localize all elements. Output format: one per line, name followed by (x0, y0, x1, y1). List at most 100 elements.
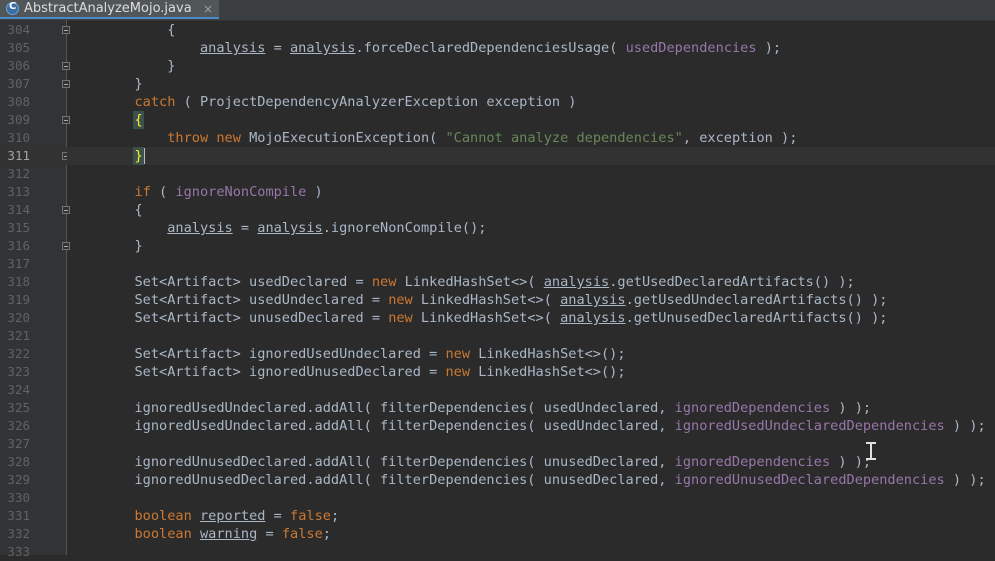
code-token: } (134, 238, 143, 254)
code-line[interactable]: ignoredUnusedDeclared.addAll( filterDepe… (67, 453, 995, 471)
gutter-line[interactable]: 325 (0, 399, 67, 417)
code-line[interactable]: throw new MojoExecutionException( "Canno… (67, 129, 995, 147)
gutter-line[interactable]: 331 (0, 507, 67, 525)
line-number: 311 (7, 148, 30, 163)
gutter-line[interactable]: 330 (0, 489, 67, 507)
code-line[interactable] (67, 327, 995, 345)
line-number: 324 (7, 382, 30, 397)
line-number-gutter[interactable]: 304 305 306 307 308 309 310 311 312 313 314 315 316 3… (0, 20, 70, 559)
gutter-line[interactable]: 332 (0, 525, 67, 543)
gutter-line[interactable]: 324 (0, 381, 67, 399)
code-line[interactable]: catch ( ProjectDependencyAnalyzerExcepti… (67, 93, 995, 111)
code-line[interactable] (67, 435, 995, 453)
gutter-line[interactable]: 322 (0, 345, 67, 363)
code-token: Set<Artifact> usedDeclared = (69, 274, 372, 290)
line-number: 312 (7, 166, 30, 181)
code-token: { (134, 202, 143, 218)
gutter-line[interactable]: 320 (0, 309, 67, 327)
code-token: ) ); (830, 400, 872, 416)
code-line[interactable]: ignoredUnusedDeclared.addAll( filterDepe… (67, 471, 995, 489)
code-line[interactable]: Set<Artifact> usedDeclared = new LinkedH… (67, 273, 995, 291)
code-line[interactable]: { (67, 111, 995, 129)
code-token: Set<Artifact> usedUndeclared = (69, 292, 389, 308)
gutter-line[interactable]: 316 (0, 237, 70, 255)
code-token: ; (322, 526, 331, 542)
java-class-icon (6, 1, 19, 15)
code-line[interactable]: ignoredUsedUndeclared.addAll( filterDepe… (67, 399, 995, 417)
code-line[interactable] (67, 165, 995, 183)
line-number: 332 (7, 526, 30, 541)
code-token: catch (134, 94, 176, 110)
gutter-line[interactable]: 312 (0, 165, 67, 183)
gutter-line[interactable]: 313 (0, 183, 67, 201)
gutter-line[interactable]: 327 (0, 435, 67, 453)
gutter-line[interactable]: 304 (0, 21, 70, 39)
code-line[interactable]: } (67, 237, 995, 255)
code-line[interactable]: } (67, 147, 995, 165)
code-token: = (265, 40, 290, 56)
line-number: 329 (7, 472, 30, 487)
line-number: 333 (7, 544, 30, 559)
code-line[interactable]: Set<Artifact> unusedDeclared = new Linke… (67, 309, 995, 327)
gutter-line[interactable]: 314 (0, 201, 70, 219)
gutter-line[interactable]: 308 (0, 93, 67, 111)
code-token: if (134, 184, 151, 200)
code-line[interactable]: boolean reported = false; (67, 507, 995, 525)
gutter-line[interactable]: 318 (0, 273, 67, 291)
code-line[interactable] (67, 543, 995, 555)
code-token: ( (150, 184, 176, 200)
line-number: 306 (7, 58, 30, 73)
code-line[interactable]: analysis = analysis.ignoreNonCompile(); (67, 219, 995, 237)
code-line[interactable]: Set<Artifact> ignoredUnusedDeclared = ne… (67, 363, 995, 381)
gutter-line[interactable]: 310 (0, 129, 67, 147)
code-line[interactable]: ignoredUsedUndeclared.addAll( filterDepe… (67, 417, 995, 435)
line-number: 315 (7, 220, 30, 235)
gutter-line[interactable]: 306 (0, 57, 70, 75)
gutter-line[interactable]: 307 (0, 75, 70, 93)
code-token: ignoredUnusedDeclared.addAll( filterDepe… (69, 472, 675, 488)
gutter-line[interactable]: 321 (0, 327, 67, 345)
line-number: 331 (7, 508, 30, 523)
code-token: warning (199, 526, 258, 542)
code-token: reported (199, 508, 266, 524)
code-line[interactable]: { (67, 21, 995, 39)
gutter-line[interactable]: 333 (0, 543, 67, 561)
code-token: new (445, 346, 471, 362)
gutter-line[interactable]: 311 (0, 147, 70, 165)
code-line[interactable]: } (67, 75, 995, 93)
code-line[interactable]: analysis = analysis.forceDeclaredDepende… (67, 39, 995, 57)
gutter-line[interactable]: 319 (0, 291, 67, 309)
gutter-line[interactable]: 326 (0, 417, 67, 435)
gutter-line[interactable]: 329 (0, 471, 67, 489)
code-line[interactable]: } (67, 57, 995, 75)
code-token: .getUsedDeclaredArtifacts() ); (609, 274, 855, 290)
code-line[interactable]: if ( ignoreNonCompile ) (67, 183, 995, 201)
code-line[interactable]: Set<Artifact> ignoredUsedUndeclared = ne… (67, 345, 995, 363)
code-line[interactable]: { (67, 201, 995, 219)
gutter-line[interactable]: 305 (0, 39, 67, 57)
code-line[interactable]: Set<Artifact> usedUndeclared = new Linke… (67, 291, 995, 309)
code-token: } (134, 76, 143, 92)
code-token: analysis (167, 220, 233, 236)
gutter-line[interactable]: 323 (0, 363, 67, 381)
close-icon[interactable]: × (203, 2, 213, 16)
code-token: ) ); (830, 454, 872, 470)
gutter-line[interactable]: 317 (0, 255, 67, 273)
tab-abstract-analyze-mojo[interactable]: AbstractAnalyzeMojo.java × (0, 0, 219, 19)
line-number: 310 (7, 130, 30, 145)
code-line[interactable]: boolean warning = false; (67, 525, 995, 543)
gutter-line[interactable]: 309 (0, 111, 70, 129)
gutter-line[interactable]: 315 (0, 219, 67, 237)
code-line[interactable] (67, 255, 995, 273)
code-line[interactable] (67, 489, 995, 507)
line-number: 318 (7, 274, 30, 289)
tab-label: AbstractAnalyzeMojo.java (24, 1, 192, 16)
code-token: LinkedHashSet<>( (396, 274, 544, 290)
code-line[interactable] (67, 381, 995, 399)
code-editor[interactable]: { analysis = analysis.forceDeclaredDepen… (67, 20, 995, 555)
gutter-line[interactable]: 328 (0, 453, 67, 471)
